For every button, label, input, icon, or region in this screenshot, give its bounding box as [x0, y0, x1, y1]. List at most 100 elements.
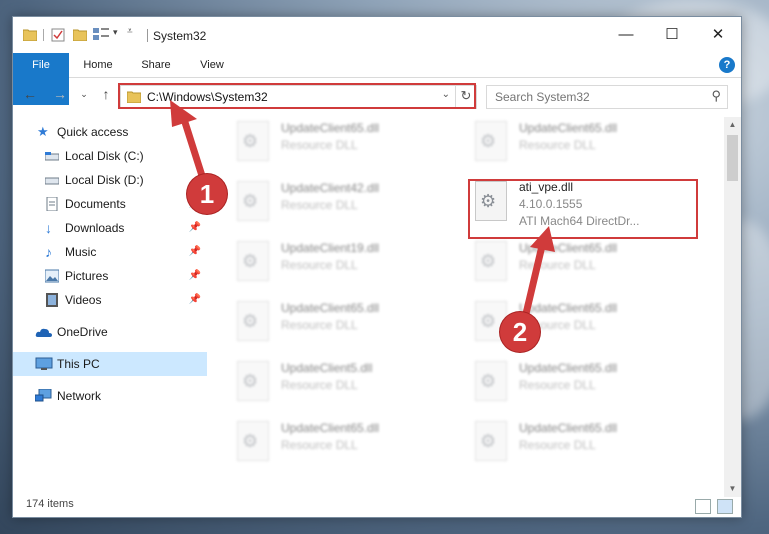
up-button[interactable]: ↑ [97, 84, 115, 104]
file-item[interactable]: ⚙ UpdateClient65.dll Resource DLL [237, 117, 457, 169]
pin-icon[interactable]: 📌 [189, 288, 201, 312]
tab-share[interactable]: Share [131, 53, 181, 77]
pictures-icon [45, 269, 59, 283]
new-folder-icon[interactable] [73, 28, 87, 41]
address-highlight-box [118, 83, 476, 109]
minimize-button[interactable]: — [603, 17, 649, 51]
sidebar-item-quick-access[interactable]: ★ Quick access [13, 120, 207, 144]
sidebar-item-network[interactable]: Network [13, 384, 207, 408]
file-name: UpdateClient65.dll [519, 361, 618, 375]
file-list: ⚙ UpdateClient65.dll Resource DLL ⚙ Upda… [217, 117, 721, 487]
star-icon: ★ [37, 124, 49, 139]
file-item[interactable]: ⚙ UpdateClient65.dll Resource DLL [475, 357, 695, 409]
file-name: UpdateClient42.dll [281, 181, 380, 195]
gear-icon: ⚙ [242, 251, 259, 271]
file-item[interactable]: ⚙ UpdateClient42.dll Resource DLL [237, 177, 457, 229]
file-item[interactable]: ⚙ UpdateClient65.dll Resource DLL [237, 297, 457, 349]
up-arrow-icon: ↑ [102, 86, 110, 102]
drive-icon [45, 152, 59, 161]
back-button[interactable]: ← [21, 84, 39, 104]
sidebar-item-label: Pictures [65, 269, 109, 283]
details-view-icon[interactable] [695, 499, 711, 514]
file-description: Resource DLL [281, 438, 358, 452]
file-item[interactable]: ⚙ UpdateClient65.dll Resource DLL [475, 417, 695, 469]
tab-home[interactable]: Home [73, 53, 123, 77]
dll-file-icon: ⚙ [237, 301, 269, 341]
forward-arrow-icon: → [53, 86, 67, 102]
file-name: UpdateClient65.dll [281, 121, 380, 135]
gear-icon: ⚙ [242, 371, 259, 391]
file-name: UpdateClient65.dll [281, 421, 380, 435]
large-icons-view-icon[interactable] [717, 499, 733, 514]
customize-toolbar-icon[interactable]: ⩡ [127, 26, 133, 37]
file-item[interactable]: ⚙ UpdateClient65.dll Resource DLL [475, 117, 695, 169]
gear-icon: ⚙ [242, 131, 259, 151]
sidebar-item-this-pc[interactable]: This PC [13, 352, 207, 376]
file-description: Resource DLL [281, 318, 358, 332]
close-icon: ✕ [711, 26, 725, 43]
sidebar-item-music[interactable]: ♪ Music 📌 [13, 240, 207, 264]
file-description: Resource DLL [281, 198, 358, 212]
file-description: Resource DLL [519, 438, 596, 452]
search-box[interactable]: ⚲ [486, 85, 728, 109]
maximize-button[interactable]: ☐ [649, 17, 695, 51]
file-item[interactable]: ⚙ UpdateClient5.dll Resource DLL [237, 357, 457, 409]
callout-badge-1: 1 [187, 174, 227, 214]
download-icon: ↓ [45, 220, 52, 236]
file-explorer-window: ▾ ⩡ System32 — ☐ ✕ File Home Share View … [12, 16, 742, 518]
scrollbar-thumb[interactable] [727, 135, 738, 181]
view-options-icon[interactable] [93, 28, 109, 41]
dll-file-icon: ⚙ [237, 361, 269, 401]
vertical-scrollbar[interactable]: ▲ ▼ [724, 117, 741, 497]
close-button[interactable]: ✕ [695, 17, 741, 51]
sidebar-item-label: This PC [57, 357, 100, 371]
file-item[interactable]: ⚙ UpdateClient65.dll Resource DLL [237, 417, 457, 469]
file-name: UpdateClient65.dll [519, 421, 618, 435]
navigation-pane: ★ Quick access Local Disk (C:) Local Dis… [13, 117, 207, 497]
forward-button[interactable]: → [51, 84, 69, 104]
scroll-up-icon[interactable]: ▲ [724, 117, 741, 133]
file-item[interactable]: ⚙ UpdateClient19.dll Resource DLL [237, 237, 457, 289]
sidebar-item-pictures[interactable]: Pictures 📌 [13, 264, 207, 288]
sidebar-item-local-disk-c[interactable]: Local Disk (C:) [13, 144, 207, 168]
document-icon [46, 197, 58, 211]
sidebar-item-label: Music [65, 245, 97, 259]
search-icon[interactable]: ⚲ [711, 88, 721, 104]
pin-icon[interactable]: 📌 [189, 264, 201, 288]
sidebar-item-local-disk-d[interactable]: Local Disk (D:) [13, 168, 207, 192]
sidebar-item-videos[interactable]: Videos 📌 [13, 288, 207, 312]
tab-view[interactable]: View [187, 53, 237, 77]
sidebar-item-downloads[interactable]: ↓ Downloads 📌 [13, 216, 207, 240]
search-input[interactable] [493, 86, 697, 108]
pin-icon[interactable]: 📌 [189, 240, 201, 264]
file-highlight-box [468, 179, 698, 239]
sidebar-item-label: Downloads [65, 221, 125, 235]
file-description: Resource DLL [519, 258, 596, 272]
file-name: UpdateClient5.dll [281, 361, 373, 375]
chevron-down-icon[interactable]: ▾ [113, 27, 118, 38]
sidebar-item-label: OneDrive [57, 325, 108, 339]
gear-icon: ⚙ [242, 431, 259, 451]
pin-icon[interactable]: 📌 [189, 216, 201, 240]
sidebar-item-documents[interactable]: Documents 📌 [13, 192, 207, 216]
item-count: 174 items [26, 498, 74, 510]
properties-icon[interactable] [51, 28, 65, 42]
drive-icon [45, 177, 59, 185]
gear-icon: ⚙ [480, 131, 497, 151]
music-icon: ♪ [45, 244, 52, 260]
dll-file-icon: ⚙ [475, 361, 507, 401]
gear-icon: ⚙ [480, 251, 497, 271]
file-item[interactable]: ⚙ UpdateClient65.dll Resource DLL [475, 237, 695, 289]
gear-icon: ⚙ [242, 191, 259, 211]
help-button[interactable]: ? [719, 57, 735, 73]
file-description: Resource DLL [519, 138, 596, 152]
sidebar-item-onedrive[interactable]: OneDrive [13, 320, 207, 344]
ribbon-tabs: File Home Share View ? [13, 53, 741, 105]
dll-file-icon: ⚙ [475, 421, 507, 461]
network-icon [35, 389, 52, 402]
recent-locations-button[interactable]: ⌄ [75, 84, 93, 104]
file-name: UpdateClient65.dll [519, 121, 618, 135]
sidebar-item-label: Local Disk (C:) [65, 149, 144, 163]
callout-badge-2: 2 [500, 312, 540, 352]
file-name: UpdateClient19.dll [281, 241, 380, 255]
